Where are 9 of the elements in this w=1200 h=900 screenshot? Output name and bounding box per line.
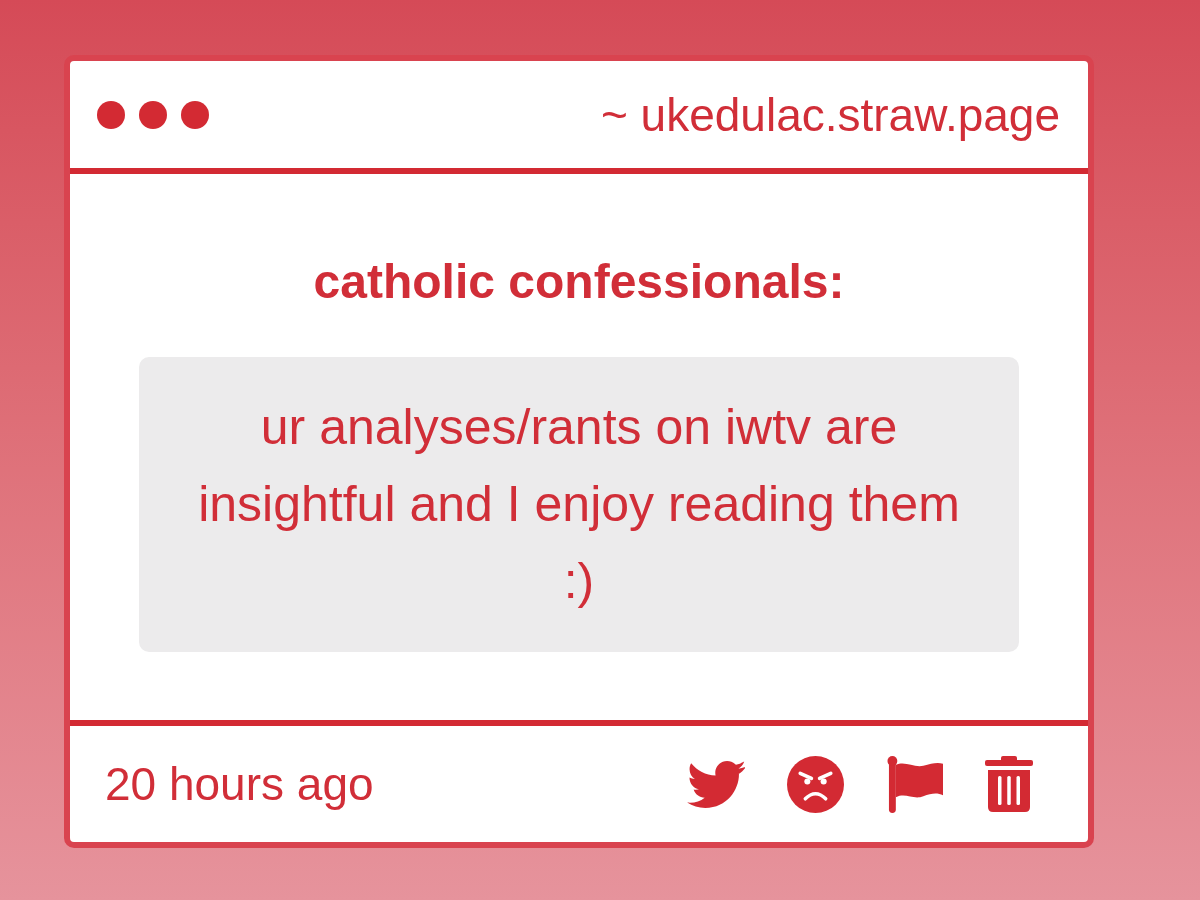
question-heading: catholic confessionals: (313, 257, 845, 307)
dot-icon (139, 100, 167, 129)
bird-icon[interactable] (687, 760, 745, 808)
dot-icon (97, 100, 125, 129)
trash-icon[interactable] (985, 756, 1033, 812)
flag-icon[interactable] (886, 755, 943, 813)
dot-icon (181, 100, 209, 129)
message-text: ur analyses/rants on iwtv are insightful and I enjoy reading them :) (197, 398, 961, 611)
angry-face-icon[interactable] (787, 755, 844, 813)
